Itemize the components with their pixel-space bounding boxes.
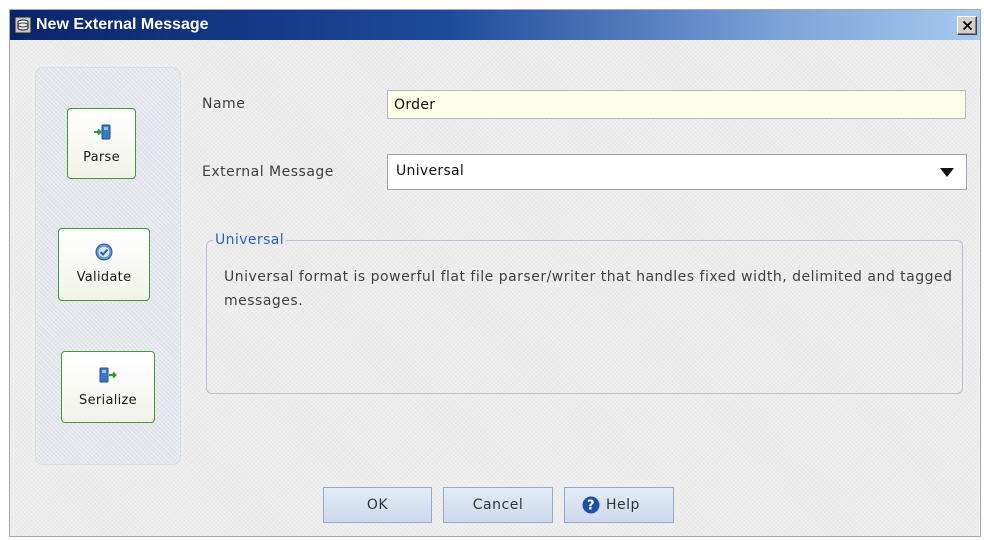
help-icon: ? xyxy=(582,496,600,514)
validate-label: Validate xyxy=(76,270,132,285)
title-bar[interactable]: New External Message xyxy=(10,10,980,40)
description-group: Universal Universal format is powerful f… xyxy=(206,231,963,394)
dialog-window: New External Message Parse Validate Seri… xyxy=(9,9,981,537)
description-title: Universal xyxy=(213,231,287,249)
parse-label: Parse xyxy=(83,150,120,165)
close-icon xyxy=(963,21,972,30)
document-db-icon xyxy=(14,16,32,34)
serialize-button[interactable]: Serialize xyxy=(61,351,155,423)
parse-button[interactable]: Parse xyxy=(67,108,136,179)
close-button[interactable] xyxy=(957,16,977,35)
serialize-label: Serialize xyxy=(79,393,137,408)
svg-text:?: ? xyxy=(587,499,595,514)
name-input[interactable] xyxy=(387,90,966,119)
description-text: Universal format is powerful flat file p… xyxy=(224,269,953,309)
ok-button[interactable]: OK xyxy=(323,487,432,523)
external-message-value: Universal xyxy=(396,163,465,179)
external-message-label: External Message xyxy=(202,164,334,180)
chevron-down-icon xyxy=(940,168,954,177)
name-label: Name xyxy=(202,96,246,112)
action-panel: Parse Validate Serialize xyxy=(35,67,181,465)
check-circle-icon xyxy=(95,243,113,261)
help-button[interactable]: ? Help xyxy=(564,487,674,523)
validate-button[interactable]: Validate xyxy=(58,228,150,301)
external-message-select[interactable]: Universal xyxy=(387,154,967,190)
serialize-arrow-icon xyxy=(99,367,117,383)
dialog-title: New External Message xyxy=(36,16,209,33)
help-label: Help xyxy=(606,497,640,513)
parse-arrow-icon xyxy=(93,124,110,140)
cancel-button[interactable]: Cancel xyxy=(443,487,553,523)
